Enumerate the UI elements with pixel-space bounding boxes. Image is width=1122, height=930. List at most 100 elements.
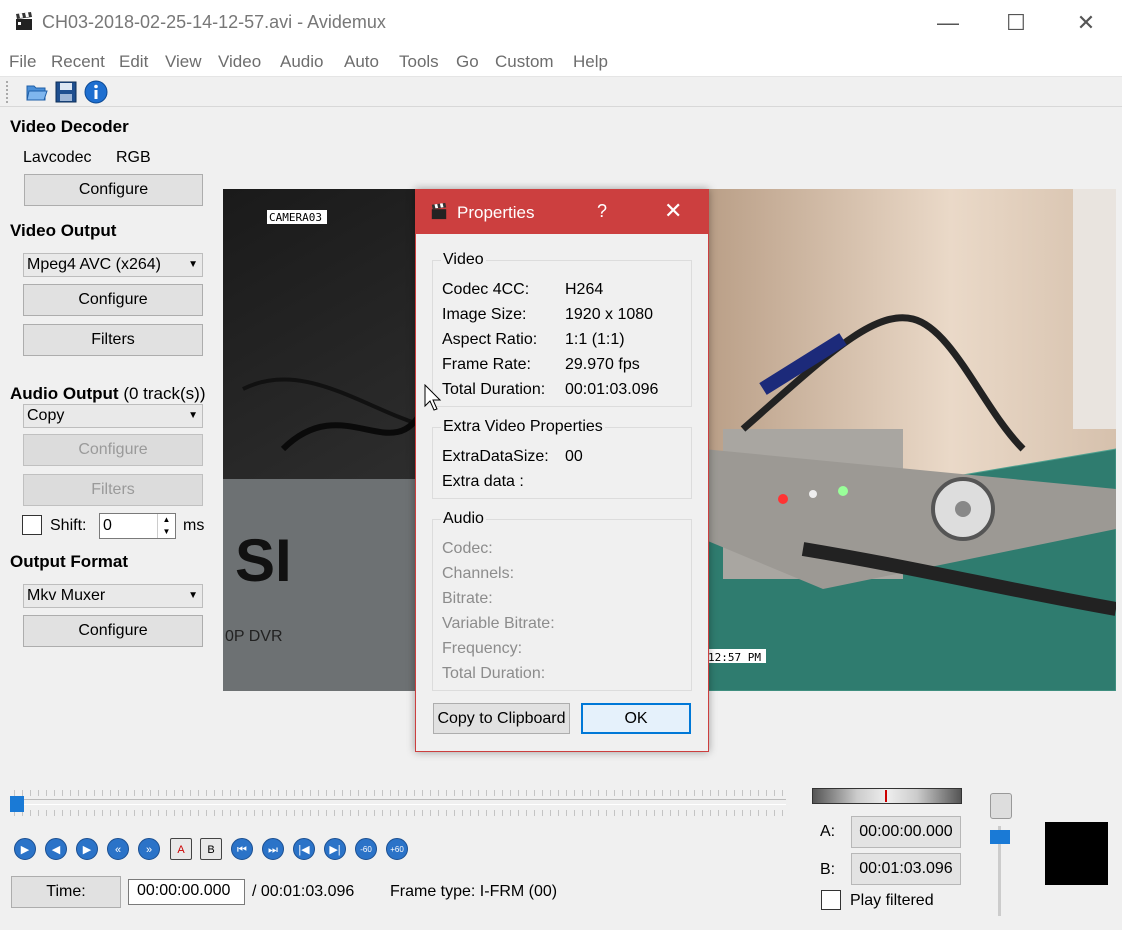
- back-60-icon[interactable]: -60: [355, 838, 377, 860]
- shift-value: 0: [103, 517, 112, 534]
- dialog-title-bar: Properties ? ✕: [416, 190, 708, 234]
- prop-key: Total Duration:: [442, 381, 546, 398]
- menu-view[interactable]: View: [165, 52, 202, 72]
- total-time: / 00:01:03.096: [252, 883, 355, 900]
- menu-audio[interactable]: Audio: [280, 52, 323, 72]
- output-format-configure-button[interactable]: Configure: [23, 615, 203, 647]
- extra-group-title: Extra Video Properties: [441, 418, 605, 436]
- prop-key: Aspect Ratio:: [442, 331, 538, 348]
- video-dvr-text: 0P DVR: [225, 628, 283, 645]
- prop-value: 1920 x 1080: [565, 306, 654, 323]
- decoder-configure-button[interactable]: Configure: [24, 174, 203, 206]
- speaker-icon[interactable]: [990, 793, 1012, 819]
- video-output-value: Mpeg4 AVC (x264): [27, 256, 161, 273]
- audio-group-title: Audio: [441, 510, 486, 528]
- previous-frame-icon[interactable]: ◀: [45, 838, 67, 860]
- play-icon[interactable]: ▶: [14, 838, 36, 860]
- shift-spinbox[interactable]: 0 ▲ ▼: [99, 513, 176, 539]
- go-to-end-icon[interactable]: ▶|: [324, 838, 346, 860]
- help-button[interactable]: ?: [597, 201, 607, 222]
- time-button[interactable]: Time:: [11, 876, 121, 908]
- menu-go[interactable]: Go: [456, 52, 479, 72]
- dropdown-arrow-icon: ▼: [188, 590, 198, 601]
- title-bar: CH03-2018-02-25-14-12-57.avi - Avidemux …: [0, 0, 1122, 46]
- next-frame-icon[interactable]: ▶: [76, 838, 98, 860]
- video-group: Video Codec 4CC: H264 Image Size: 1920 x 1…: [432, 251, 692, 407]
- video-decoder-title: Video Decoder: [10, 117, 129, 136]
- decoder-name: Lavcodec: [23, 149, 92, 166]
- dropdown-arrow-icon: ▼: [188, 410, 198, 421]
- timeline-handle[interactable]: [10, 796, 24, 812]
- clapperboard-icon: [16, 12, 32, 30]
- audio-configure-button[interactable]: Configure: [23, 434, 203, 466]
- set-marker-a-icon[interactable]: A: [170, 838, 192, 860]
- play-filtered-checkbox[interactable]: [821, 890, 841, 910]
- save-floppy-icon[interactable]: [54, 80, 78, 104]
- spin-arrows-icon[interactable]: ▲ ▼: [157, 514, 175, 538]
- prop-value: H264: [565, 281, 604, 298]
- jog-shuttle[interactable]: [812, 788, 962, 804]
- menu-recent[interactable]: Recent: [51, 52, 105, 72]
- frame-type: Frame type: I-FRM (00): [390, 883, 558, 900]
- timeline-ticks-bottom: [14, 810, 784, 816]
- prop-value: 00:01:03.096: [565, 381, 659, 398]
- prop-key: Codec 4CC:: [442, 281, 530, 298]
- info-icon[interactable]: [84, 80, 108, 104]
- menu-edit[interactable]: Edit: [119, 52, 148, 72]
- close-button[interactable]: ✕: [1051, 0, 1121, 46]
- copy-to-clipboard-button[interactable]: Copy to Clipboard: [433, 703, 570, 734]
- audio-vbr-label: Variable Bitrate:: [442, 615, 555, 632]
- timeline-ticks-top: [14, 790, 784, 796]
- timeline-track[interactable]: [12, 799, 786, 805]
- extra-video-group: Extra Video Properties ExtraDataSize: 00 …: [432, 418, 692, 499]
- marker-a-label: A:: [820, 823, 836, 840]
- video-timestamp: 12:57 PM: [708, 651, 761, 664]
- menu-custom[interactable]: Custom: [495, 52, 554, 72]
- camera-label: CAMERA03: [269, 211, 322, 224]
- menu-tools[interactable]: Tools: [399, 52, 439, 72]
- menu-video[interactable]: Video: [218, 52, 261, 72]
- menu-auto[interactable]: Auto: [344, 52, 379, 72]
- jog-shuttle-marker: [885, 790, 887, 802]
- go-to-marker-b-icon[interactable]: ⏭: [262, 838, 284, 860]
- previous-keyframe-icon[interactable]: «: [107, 838, 129, 860]
- decoder-colorspace: RGB: [116, 149, 151, 166]
- forward-60-icon[interactable]: +60: [386, 838, 408, 860]
- minimize-button[interactable]: —: [913, 0, 983, 46]
- audio-group: Audio Codec: Channels: Bitrate: Variable…: [432, 510, 692, 691]
- output-format-select[interactable]: Mkv Muxer ▼: [23, 584, 203, 608]
- output-format-value: Mkv Muxer: [27, 587, 106, 604]
- video-group-title: Video: [441, 251, 486, 269]
- audio-output-value: Copy: [27, 407, 65, 424]
- shift-checkbox[interactable]: [22, 515, 42, 535]
- maximize-button[interactable]: ☐: [981, 0, 1051, 46]
- set-marker-b-icon[interactable]: B: [200, 838, 222, 860]
- volume-handle[interactable]: [990, 830, 1010, 844]
- toolbar-grip: [6, 81, 9, 103]
- video-output-select[interactable]: Mpeg4 AVC (x264) ▼: [23, 253, 203, 277]
- go-to-marker-a-icon[interactable]: ⏮: [231, 838, 253, 860]
- video-filters-button[interactable]: Filters: [23, 324, 203, 356]
- audio-output-label: Audio Output: [10, 384, 119, 403]
- audio-output-select[interactable]: Copy ▼: [23, 404, 203, 428]
- menu-help[interactable]: Help: [573, 52, 608, 72]
- menu-file[interactable]: File: [9, 52, 36, 72]
- prop-value: 1:1 (1:1): [565, 331, 625, 348]
- prop-value: 29.970 fps: [565, 356, 640, 373]
- video-output-configure-button[interactable]: Configure: [23, 284, 203, 316]
- prop-value: 00: [565, 448, 583, 465]
- mouse-cursor-icon: [424, 384, 442, 411]
- ok-button[interactable]: OK: [581, 703, 691, 734]
- audio-filters-button[interactable]: Filters: [23, 474, 203, 506]
- play-filtered-label: Play filtered: [850, 892, 934, 909]
- audio-channels-label: Channels:: [442, 565, 515, 582]
- marker-b-value: 00:01:03.096: [851, 853, 961, 885]
- clapperboard-icon: [431, 202, 447, 220]
- next-keyframe-icon[interactable]: »: [138, 838, 160, 860]
- video-brand-text: SI: [235, 527, 292, 594]
- open-folder-icon[interactable]: [25, 80, 49, 104]
- go-to-start-icon[interactable]: |◀: [293, 838, 315, 860]
- dialog-close-button[interactable]: ✕: [664, 198, 682, 224]
- audio-duration-label: Total Duration:: [442, 665, 546, 682]
- current-time-field[interactable]: 00:00:00.000: [128, 879, 245, 905]
